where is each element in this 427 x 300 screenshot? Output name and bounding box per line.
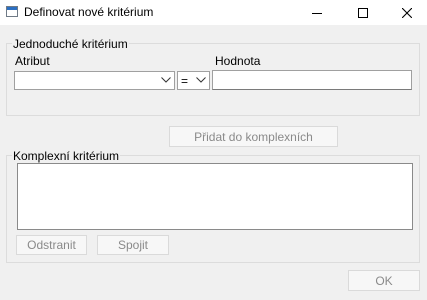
complex-criterion-label: Komplexní kritérium bbox=[12, 149, 121, 163]
join-button[interactable]: Spojit bbox=[97, 235, 169, 255]
app-window-icon bbox=[6, 6, 18, 17]
value-label: Hodnota bbox=[215, 54, 261, 68]
attribute-label: Atribut bbox=[15, 54, 50, 68]
minimize-icon bbox=[312, 12, 322, 14]
remove-button[interactable]: Odstranit bbox=[16, 235, 87, 255]
ok-button[interactable]: OK bbox=[348, 270, 420, 291]
attribute-combobox[interactable] bbox=[14, 71, 175, 90]
operator-combobox[interactable]: = bbox=[177, 71, 210, 90]
close-icon bbox=[401, 7, 412, 18]
add-to-complex-button[interactable]: Přidat do komplexních bbox=[169, 126, 338, 147]
minimize-button[interactable] bbox=[294, 0, 340, 25]
complex-criterion-list[interactable] bbox=[17, 163, 413, 230]
chevron-down-icon bbox=[161, 77, 171, 83]
title-bar: Definovat nové kritérium bbox=[0, 0, 427, 25]
maximize-button[interactable] bbox=[340, 0, 386, 25]
dialog-window: Definovat nové kritérium Jednoduché krit… bbox=[0, 0, 427, 300]
chevron-down-icon bbox=[196, 77, 206, 83]
window-title: Definovat nové kritérium bbox=[24, 5, 154, 19]
close-button[interactable] bbox=[386, 0, 427, 25]
operator-value: = bbox=[181, 74, 189, 88]
maximize-icon bbox=[358, 7, 368, 18]
value-input[interactable] bbox=[212, 70, 412, 90]
simple-criterion-label: Jednoduché kritérium bbox=[12, 37, 129, 51]
